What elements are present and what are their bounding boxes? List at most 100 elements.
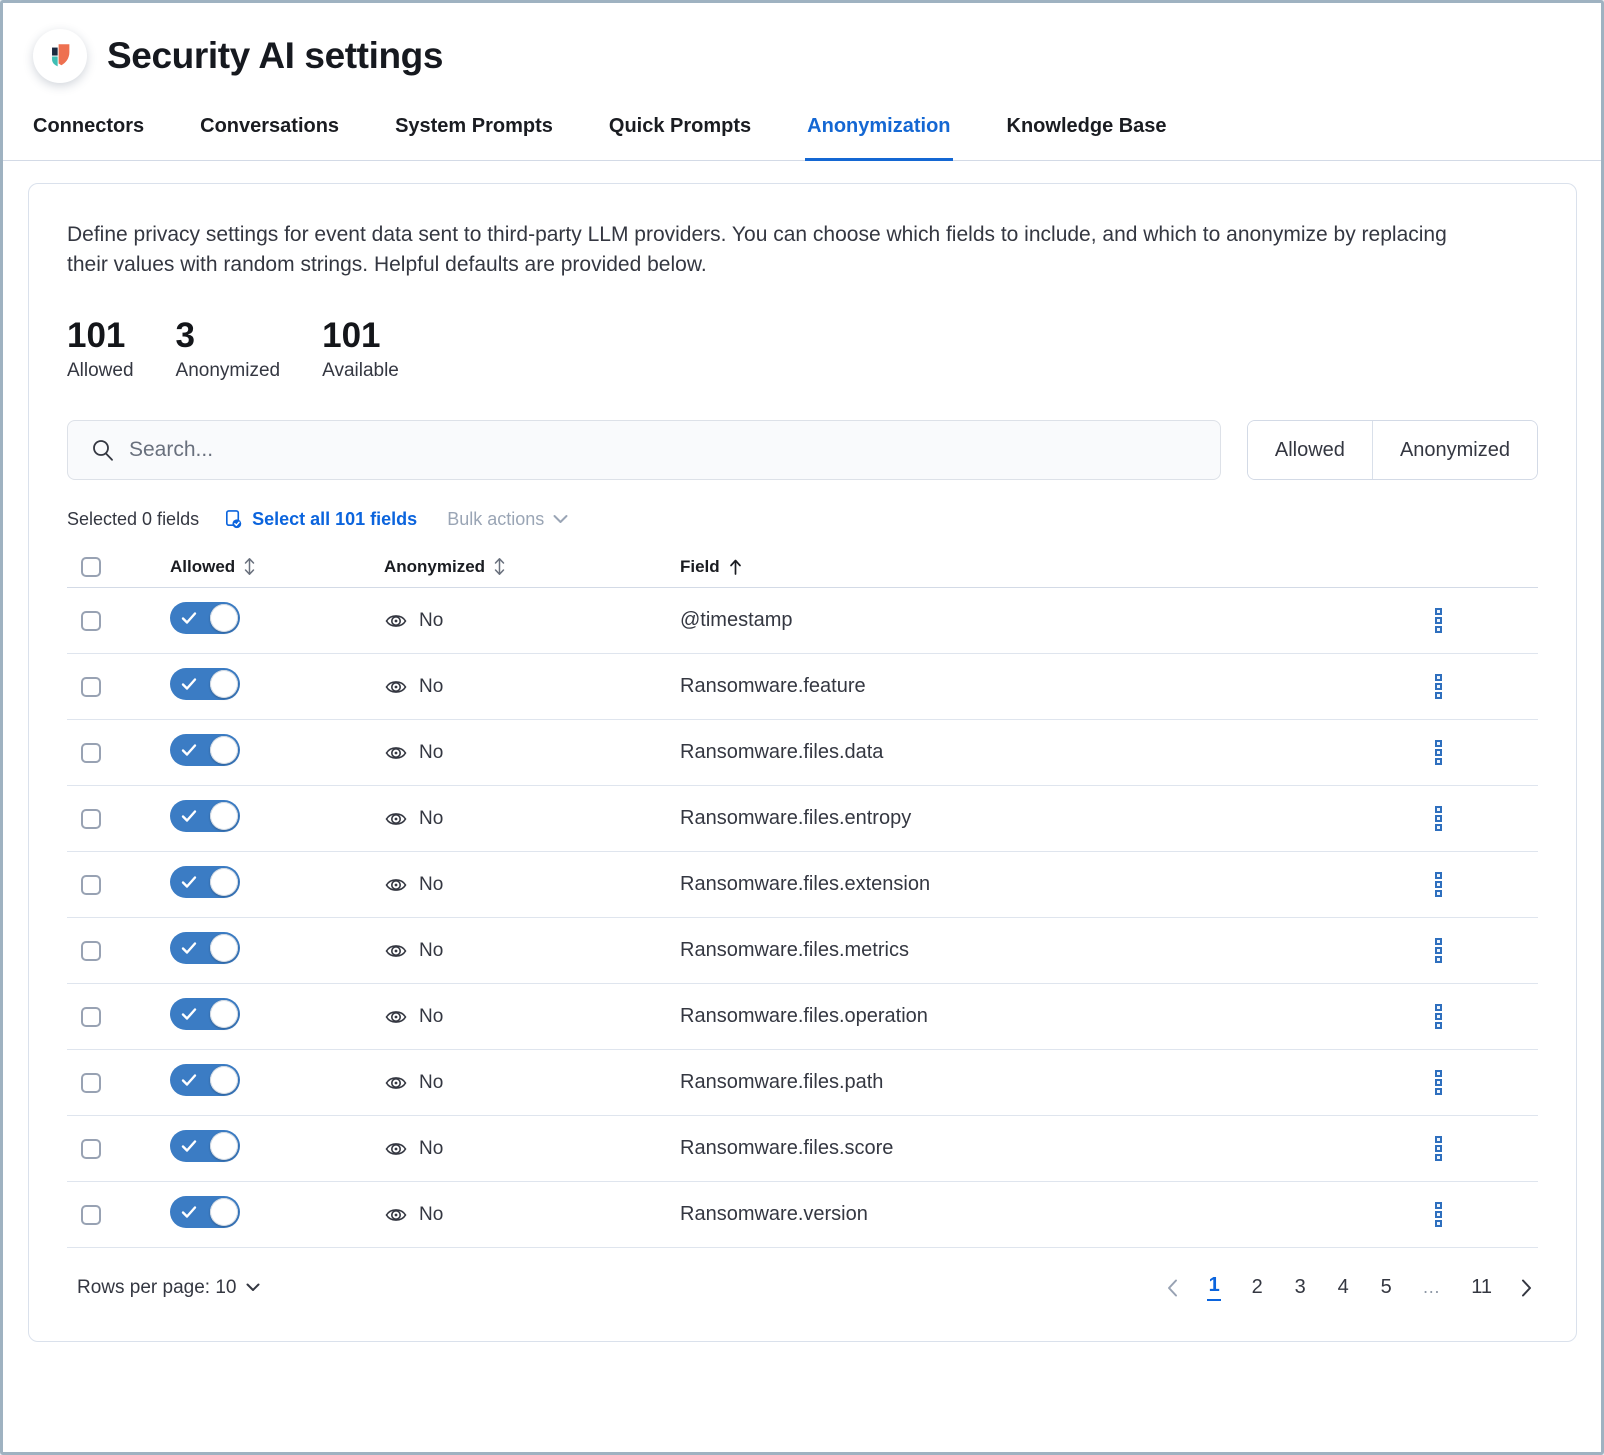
- page-3[interactable]: 3: [1293, 1276, 1307, 1299]
- row-checkbox[interactable]: [81, 1007, 101, 1027]
- select-all-link[interactable]: Select all 101 fields: [223, 508, 417, 530]
- filter-button-allowed[interactable]: Allowed: [1248, 421, 1372, 479]
- anonymized-value: No: [419, 874, 443, 896]
- row-checkbox[interactable]: [81, 677, 101, 697]
- eye-icon: [384, 741, 408, 765]
- boxes-vertical-icon: [1435, 872, 1442, 879]
- table-row: No @timestamp: [67, 588, 1538, 654]
- allowed-toggle[interactable]: [170, 734, 240, 766]
- tab-system-prompts[interactable]: System Prompts: [393, 113, 555, 161]
- tab-conversations[interactable]: Conversations: [198, 113, 341, 161]
- elastic-security-logo: [33, 29, 87, 83]
- bulk-actions-button[interactable]: Bulk actions: [447, 509, 568, 530]
- tab-quick-prompts[interactable]: Quick Prompts: [607, 113, 753, 161]
- row-checkbox[interactable]: [81, 611, 101, 631]
- table-row: No Ransomware.version: [67, 1182, 1538, 1248]
- row-actions-button[interactable]: [1431, 1000, 1446, 1033]
- field-name: @timestamp: [680, 609, 1338, 632]
- boxes-vertical-icon: [1435, 674, 1442, 681]
- table-header: Allowed Anonymized Field: [67, 546, 1538, 588]
- eye-icon: [384, 1005, 408, 1029]
- row-checkbox[interactable]: [81, 1139, 101, 1159]
- tab-connectors[interactable]: Connectors: [31, 113, 146, 161]
- check-icon: [181, 1006, 197, 1022]
- table-row: No Ransomware.files.operation: [67, 984, 1538, 1050]
- allowed-toggle[interactable]: [170, 1064, 240, 1096]
- tab-anonymization[interactable]: Anonymization: [805, 113, 952, 161]
- sort-both-icon: [493, 557, 506, 576]
- eye-icon: [384, 609, 408, 633]
- allowed-toggle[interactable]: [170, 602, 240, 634]
- page-5[interactable]: 5: [1379, 1276, 1393, 1299]
- rows-per-page-button[interactable]: Rows per page: 10: [77, 1277, 260, 1299]
- stats-row: 101 Allowed 3 Anonymized 101 Available: [67, 317, 1538, 383]
- search-row: AllowedAnonymized: [67, 420, 1538, 480]
- allowed-toggle[interactable]: [170, 932, 240, 964]
- boxes-vertical-icon: [1435, 806, 1442, 813]
- stat-available: 101 Available: [322, 317, 399, 383]
- table-row: No Ransomware.files.metrics: [67, 918, 1538, 984]
- allowed-toggle[interactable]: [170, 998, 240, 1030]
- row-checkbox[interactable]: [81, 1205, 101, 1225]
- page-1[interactable]: 1: [1207, 1274, 1221, 1301]
- allowed-toggle[interactable]: [170, 668, 240, 700]
- allowed-toggle[interactable]: [170, 800, 240, 832]
- fields-table: Allowed Anonymized Field: [67, 546, 1538, 1248]
- allowed-toggle[interactable]: [170, 1130, 240, 1162]
- column-header-allowed[interactable]: Allowed: [170, 557, 384, 577]
- security-ai-settings-page: Security AI settings ConnectorsConversat…: [0, 0, 1604, 1455]
- row-checkbox[interactable]: [81, 1073, 101, 1093]
- table-row: No Ransomware.files.data: [67, 720, 1538, 786]
- page-2[interactable]: 2: [1250, 1276, 1264, 1299]
- boxes-vertical-icon: [1435, 1004, 1442, 1011]
- filter-button-anonymized[interactable]: Anonymized: [1372, 421, 1537, 479]
- row-checkbox[interactable]: [81, 743, 101, 763]
- check-icon: [181, 1072, 197, 1088]
- search-icon: [91, 438, 115, 462]
- sort-asc-icon: [728, 558, 743, 576]
- row-actions-button[interactable]: [1431, 736, 1446, 769]
- row-actions-button[interactable]: [1431, 1066, 1446, 1099]
- anonymized-value: No: [419, 1138, 443, 1160]
- check-icon: [181, 874, 197, 890]
- search-input[interactable]: [129, 438, 1205, 462]
- row-actions-button[interactable]: [1431, 868, 1446, 901]
- anonymized-value: No: [419, 742, 443, 764]
- chevron-down-icon: [246, 1283, 260, 1292]
- header-checkbox-cell: [67, 557, 170, 577]
- allowed-toggle[interactable]: [170, 866, 240, 898]
- check-icon: [181, 940, 197, 956]
- page-11[interactable]: 11: [1471, 1276, 1492, 1299]
- row-actions-button[interactable]: [1431, 934, 1446, 967]
- field-name: Ransomware.files.metrics: [680, 939, 1338, 962]
- page-4[interactable]: 4: [1336, 1276, 1350, 1299]
- row-checkbox[interactable]: [81, 941, 101, 961]
- tab-knowledge-base[interactable]: Knowledge Base: [1005, 113, 1169, 161]
- next-page-button[interactable]: [1521, 1279, 1532, 1297]
- row-actions-button[interactable]: [1431, 1132, 1446, 1165]
- row-actions-button[interactable]: [1431, 670, 1446, 703]
- security-shield-icon: [45, 41, 75, 71]
- table-row: No Ransomware.files.score: [67, 1116, 1538, 1182]
- eye-icon: [384, 807, 408, 831]
- stat-allowed: 101 Allowed: [67, 317, 134, 383]
- column-header-field[interactable]: Field: [680, 557, 1338, 577]
- sort-both-icon: [243, 557, 256, 576]
- field-name: Ransomware.files.score: [680, 1137, 1338, 1160]
- check-icon: [181, 1138, 197, 1154]
- check-icon: [181, 808, 197, 824]
- select-all-checkbox[interactable]: [81, 557, 101, 577]
- anonymized-value: No: [419, 1204, 443, 1226]
- eye-icon: [384, 939, 408, 963]
- row-actions-button[interactable]: [1431, 802, 1446, 835]
- row-actions-button[interactable]: [1431, 1198, 1446, 1231]
- row-checkbox[interactable]: [81, 875, 101, 895]
- previous-page-button[interactable]: [1167, 1279, 1178, 1297]
- row-checkbox[interactable]: [81, 809, 101, 829]
- row-actions-button[interactable]: [1431, 604, 1446, 637]
- field-name: Ransomware.files.extension: [680, 873, 1338, 896]
- anonymized-value: No: [419, 1006, 443, 1028]
- check-icon: [181, 1204, 197, 1220]
- column-header-anonymized[interactable]: Anonymized: [384, 557, 680, 577]
- allowed-toggle[interactable]: [170, 1196, 240, 1228]
